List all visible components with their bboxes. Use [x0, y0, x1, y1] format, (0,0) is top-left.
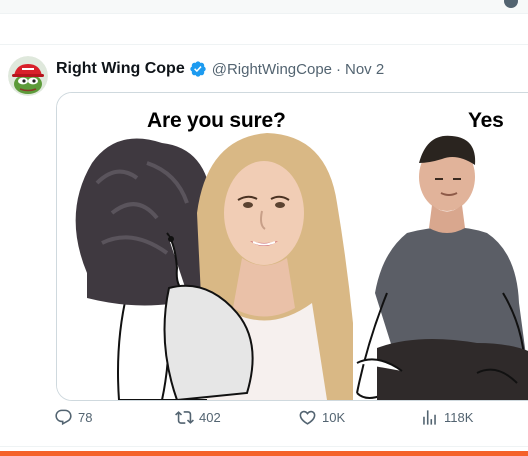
tweet-media-image[interactable]: Are you sure? Yes: [56, 92, 528, 401]
like-count: 10K: [322, 410, 346, 425]
meme-caption-left: Are you sure?: [147, 109, 286, 132]
tweet-actions: 78 402 10K 118K: [0, 408, 528, 434]
verified-badge-icon[interactable]: [189, 60, 207, 78]
retweet-button[interactable]: 402: [175, 408, 221, 427]
top-bar: [0, 0, 528, 14]
meme-caption-right: Yes: [468, 109, 504, 132]
like-button[interactable]: 10K: [298, 408, 345, 427]
pepe-maga-hat-avatar-icon: [8, 56, 48, 96]
view-count: 118K: [444, 410, 474, 425]
retweet-count: 402: [199, 410, 221, 425]
views-button[interactable]: 118K: [420, 408, 473, 427]
tweet-top-divider: [0, 44, 528, 45]
tweet-header: Right Wing Cope @RightWingCope · Nov 2: [56, 58, 384, 80]
analytics-icon: [423, 410, 436, 425]
meme-illustration: [57, 93, 528, 400]
tweet-date[interactable]: Nov 2: [345, 61, 384, 78]
more-options-icon[interactable]: [504, 0, 518, 8]
retweet-icon: [175, 411, 194, 424]
user-handle[interactable]: @RightWingCope: [212, 61, 332, 78]
top-divider: [0, 13, 528, 14]
accent-bar: [0, 451, 528, 456]
reply-icon: [55, 409, 72, 426]
reply-count: 78: [78, 410, 93, 425]
reply-button[interactable]: 78: [54, 408, 92, 427]
separator-dot: ·: [336, 60, 341, 78]
heart-icon: [299, 410, 316, 425]
tweet-bottom-divider: [0, 446, 528, 447]
avatar[interactable]: [8, 56, 48, 96]
display-name[interactable]: Right Wing Cope: [56, 60, 185, 78]
